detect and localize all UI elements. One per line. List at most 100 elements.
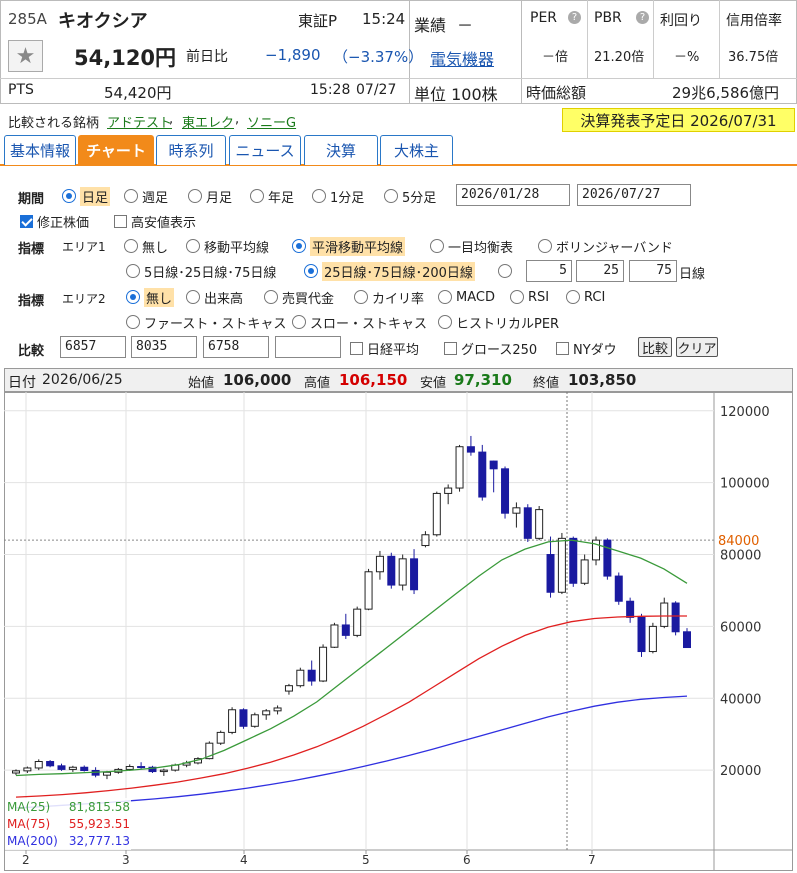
indicator2-label: 指標 bbox=[18, 294, 45, 309]
change-label: 前日比 bbox=[186, 49, 228, 65]
ind1-sma[interactable]: 移動平均線 bbox=[186, 237, 269, 256]
compare-label: 比較される銘柄 bbox=[8, 116, 100, 131]
highlow-checkbox[interactable]: 高安値表示 bbox=[114, 212, 196, 231]
tab-timeseries[interactable]: 時系列 bbox=[156, 135, 226, 165]
clear-button[interactable]: クリア bbox=[676, 337, 718, 357]
ind2-rci[interactable]: RCI bbox=[566, 288, 605, 306]
tab-shareholders[interactable]: 大株主 bbox=[380, 135, 453, 165]
tab-news[interactable]: ニュース bbox=[229, 135, 301, 165]
yield-cell: 利回り －% bbox=[654, 0, 720, 78]
y-tick-label: 20000 bbox=[720, 764, 761, 779]
candle-body bbox=[330, 624, 339, 648]
candle-body bbox=[23, 767, 32, 772]
ind1-ma-custom[interactable] bbox=[498, 262, 512, 280]
radio-icon bbox=[250, 189, 264, 203]
nydow-checkbox[interactable]: NYダウ bbox=[556, 339, 617, 358]
ind2-turnover[interactable]: 売買代金 bbox=[264, 288, 334, 307]
ind1-ma-set2[interactable]: 25日線･75日線･200日線 bbox=[304, 261, 475, 281]
checkbox-icon bbox=[556, 341, 569, 355]
candle-body bbox=[557, 537, 566, 593]
compare-button[interactable]: 比較 bbox=[638, 337, 672, 357]
period-daily[interactable]: 日足 bbox=[62, 186, 111, 206]
x-tick-label: 2 bbox=[22, 853, 30, 867]
ind2-none[interactable]: 無し bbox=[126, 287, 175, 307]
x-tick-label: 5 bbox=[362, 853, 370, 867]
ind1-ema[interactable]: 平滑移動平均線 bbox=[292, 236, 406, 256]
favorite-star-icon[interactable]: ★ bbox=[8, 40, 43, 72]
ind2-fast-stoch[interactable]: ファースト・ストキャス bbox=[126, 313, 286, 332]
radio-icon bbox=[126, 290, 140, 304]
help-icon[interactable]: ? bbox=[568, 11, 581, 24]
candle-body bbox=[319, 646, 328, 682]
margin-label: 信用倍率 bbox=[726, 13, 782, 29]
checkbox-icon bbox=[20, 214, 33, 228]
low-label: 安値 bbox=[420, 376, 447, 391]
x-tick-label: 4 bbox=[240, 853, 248, 867]
price-chart[interactable]: 120000 100000 80000 60000 40000 20000 2 3 4 5 6 7 84… bbox=[4, 392, 793, 871]
ind2-macd[interactable]: MACD bbox=[438, 288, 495, 306]
candle-body bbox=[569, 537, 578, 584]
candle-body bbox=[34, 761, 43, 769]
stock-name: キオクシア bbox=[58, 11, 148, 32]
period-monthly[interactable]: 月足 bbox=[188, 187, 232, 206]
candle-body bbox=[398, 558, 407, 586]
help-icon[interactable]: ? bbox=[636, 11, 649, 24]
period-5min[interactable]: 5分足 bbox=[384, 187, 436, 206]
candle-body bbox=[364, 571, 373, 610]
ind2-deviation[interactable]: カイリ率 bbox=[354, 288, 424, 307]
compare-code-input-3[interactable]: 6758 bbox=[203, 336, 269, 358]
compare-link-advantest[interactable]: アドテスト bbox=[107, 112, 172, 131]
ind2-volume[interactable]: 出来高 bbox=[186, 288, 243, 307]
checkbox-icon bbox=[444, 341, 457, 355]
period-weekly[interactable]: 週足 bbox=[124, 187, 168, 206]
ind1-none[interactable]: 無し bbox=[124, 237, 168, 256]
adjusted-price-checkbox[interactable]: 修正株価 bbox=[20, 212, 89, 231]
ma-legend-name: MA(75) bbox=[7, 817, 50, 831]
market-label: 東証P bbox=[298, 12, 338, 30]
compare-code-input-4[interactable] bbox=[275, 336, 341, 358]
high-value: 106,150 bbox=[339, 371, 408, 389]
x-tick-label: 7 bbox=[588, 853, 596, 867]
compare-code-input-2[interactable]: 8035 bbox=[131, 336, 197, 358]
ind1-ichimoku[interactable]: 一目均衡表 bbox=[430, 237, 513, 256]
ma-unit-label: 日線 bbox=[679, 267, 706, 282]
candle-body bbox=[478, 451, 487, 498]
candle-body bbox=[159, 769, 168, 773]
period-yearly[interactable]: 年足 bbox=[250, 187, 294, 206]
y-tick-label: 100000 bbox=[720, 477, 770, 492]
separator: , bbox=[169, 112, 174, 127]
candle-body bbox=[626, 600, 635, 618]
tab-chart[interactable]: チャート bbox=[78, 135, 154, 165]
candle-body bbox=[250, 714, 259, 727]
radio-icon bbox=[124, 189, 138, 203]
compare-link-tel[interactable]: 東エレク bbox=[182, 112, 234, 131]
tab-earnings[interactable]: 決算 bbox=[304, 135, 378, 165]
candle-body bbox=[432, 492, 441, 536]
period-from-input[interactable]: 2026/01/28 bbox=[456, 184, 570, 206]
growth250-checkbox[interactable]: グロース250 bbox=[444, 339, 537, 358]
candle-body bbox=[262, 710, 271, 716]
ind2-hist-per[interactable]: ヒストリカルPER bbox=[438, 313, 559, 332]
tab-basic-info[interactable]: 基本情報 bbox=[4, 135, 76, 165]
ma-custom-input-3[interactable]: 75 bbox=[629, 260, 677, 282]
ind1-ma-set1[interactable]: 5日線･25日線･75日線 bbox=[126, 262, 276, 281]
industry-link[interactable]: 電気機器 bbox=[430, 46, 494, 70]
candle-body bbox=[125, 766, 134, 770]
ma-legend-name: MA(200) bbox=[7, 834, 58, 848]
candle-body bbox=[660, 602, 669, 627]
candle-body bbox=[444, 487, 453, 494]
nikkei-checkbox[interactable]: 日経平均 bbox=[350, 339, 419, 358]
period-to-input[interactable]: 2026/07/27 bbox=[577, 184, 691, 206]
ma-custom-input-2[interactable]: 25 bbox=[576, 260, 624, 282]
ind1-bollinger[interactable]: ボリンジャーバンド bbox=[538, 237, 673, 256]
reference-label: 84000 bbox=[718, 534, 759, 549]
y-tick-label: 120000 bbox=[720, 405, 770, 420]
ma-custom-input-1[interactable]: 5 bbox=[526, 260, 572, 282]
ind2-slow-stoch[interactable]: スロー・ストキャス bbox=[292, 313, 427, 332]
compare-code-input-1[interactable]: 6857 bbox=[60, 336, 126, 358]
period-1min[interactable]: 1分足 bbox=[312, 187, 364, 206]
compare-link-sony[interactable]: ソニーG bbox=[247, 112, 296, 131]
ind2-rsi[interactable]: RSI bbox=[510, 288, 549, 306]
per-cell: PER ? －倍 bbox=[522, 0, 588, 78]
ma-legend-value: 32,777.13 bbox=[69, 834, 130, 848]
